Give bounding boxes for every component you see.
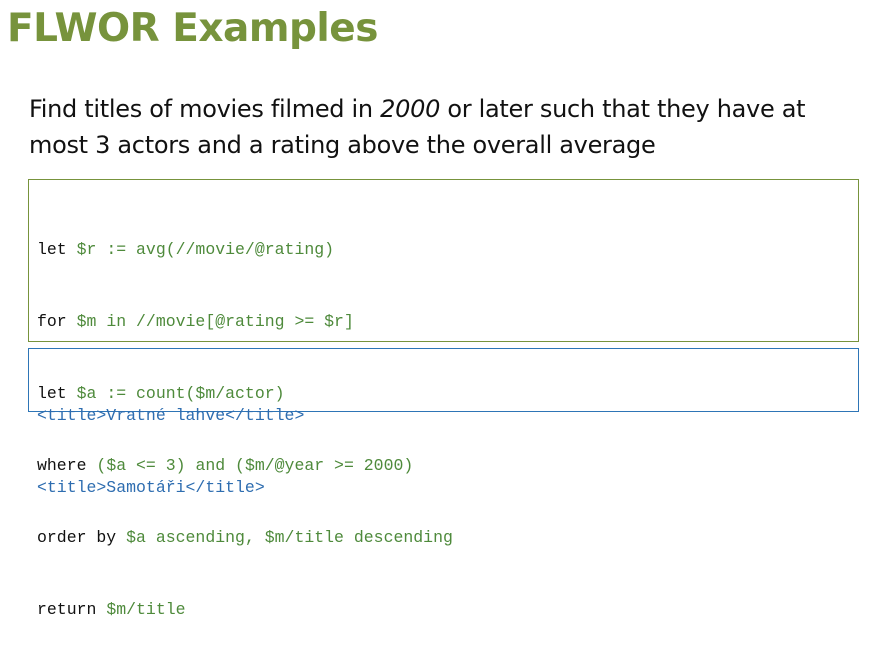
task-text: or later such that they have at [440, 95, 806, 123]
query-line-order-by: order by $a ascending, $m/title descendi… [37, 526, 858, 550]
query-code-box: let $r := avg(//movie/@rating) for $m in… [28, 179, 859, 619]
query-expression: $m in //movie[@rating >= $r] [76, 312, 354, 331]
query-line-return: return $m/title [37, 598, 858, 622]
query-expression: ($a <= 3) and ($m/@year >= 2000) [96, 456, 414, 475]
result-line: <title>Vratné lahve</title> [37, 406, 305, 425]
query-expression: $a ascending, $m/title descending [126, 528, 453, 547]
query-keyword: order by [37, 528, 127, 547]
query-keyword: let [37, 240, 77, 259]
task-text: Find titles of movies filmed in [29, 95, 381, 123]
query-expression: $r := avg(//movie/@rating) [76, 240, 335, 259]
query-expression: $m/title [106, 600, 186, 619]
slide-title: FLWOR Examples [7, 6, 378, 51]
query-line-where: where ($a <= 3) and ($m/@year >= 2000) [37, 454, 858, 478]
task-line-1: Find titles of movies filmed in 2000 or … [29, 91, 859, 127]
result-line: <title>Samotáři</title> [37, 478, 265, 497]
task-year: 2000 [380, 95, 441, 123]
query-line-let-r: let $r := avg(//movie/@rating) [37, 238, 858, 262]
task-description: Find titles of movies filmed in 2000 or … [29, 91, 859, 163]
query-keyword: where [37, 456, 97, 475]
query-keyword: for [37, 312, 77, 331]
result-output-box: <title>Vratné lahve</title> <title>Samot… [28, 348, 859, 497]
query-keyword: return [37, 600, 107, 619]
task-line-2: most 3 actors and a rating above the ove… [29, 131, 656, 159]
query-line-for: for $m in //movie[@rating >= $r] [37, 310, 858, 334]
